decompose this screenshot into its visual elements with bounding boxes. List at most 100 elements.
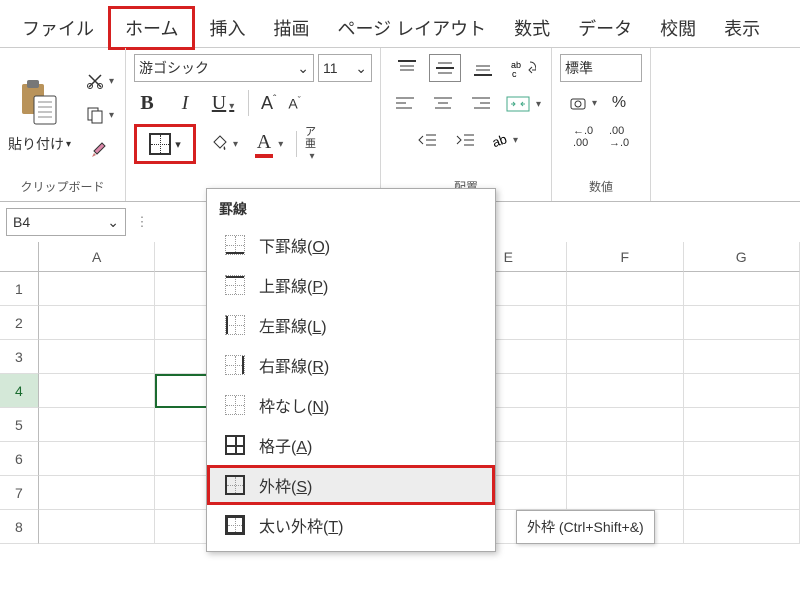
increase-decimal-button[interactable]: ←.0.00 bbox=[568, 124, 598, 150]
align-middle-button[interactable] bbox=[429, 54, 461, 82]
chevron-down-icon[interactable]: ▾ bbox=[175, 138, 181, 151]
merge-cells-button[interactable] bbox=[503, 90, 543, 118]
tab-insert[interactable]: 挿入 bbox=[195, 9, 259, 47]
row-header[interactable]: 2 bbox=[0, 306, 39, 340]
dd-key: R bbox=[312, 359, 324, 376]
cell[interactable] bbox=[39, 340, 156, 374]
cell[interactable] bbox=[684, 374, 800, 408]
chevron-down-icon[interactable]: ▾ bbox=[66, 139, 71, 150]
dd-key: N bbox=[312, 399, 324, 416]
cell[interactable] bbox=[567, 272, 684, 306]
chevron-down-icon[interactable]: ⌄ bbox=[355, 60, 367, 77]
cell[interactable] bbox=[684, 340, 800, 374]
border-right-item[interactable]: 右罫線(R) bbox=[207, 345, 495, 385]
tab-view[interactable]: 表示 bbox=[710, 9, 774, 47]
border-left-item[interactable]: 左罫線(L) bbox=[207, 305, 495, 345]
cell[interactable] bbox=[567, 374, 683, 408]
cell[interactable] bbox=[567, 306, 684, 340]
chevron-down-icon[interactable]: ⌄ bbox=[107, 214, 119, 231]
italic-button[interactable]: I bbox=[172, 92, 198, 115]
cell[interactable] bbox=[39, 442, 156, 476]
phonetic-button[interactable]: ア亜 bbox=[305, 126, 316, 162]
bold-button[interactable]: B bbox=[134, 92, 160, 115]
cell[interactable] bbox=[684, 510, 800, 544]
cell[interactable] bbox=[567, 442, 684, 476]
select-all-corner[interactable] bbox=[0, 242, 39, 272]
chevron-down-icon[interactable]: ⌄ bbox=[297, 60, 309, 77]
svg-text:ab: ab bbox=[490, 131, 509, 150]
tab-pagelayout[interactable]: ページ レイアウト bbox=[323, 9, 500, 47]
decrease-indent-button[interactable] bbox=[412, 126, 444, 154]
align-bottom-button[interactable] bbox=[467, 54, 499, 82]
row-header[interactable]: 7 bbox=[0, 476, 39, 510]
dd-label: ) bbox=[323, 279, 328, 296]
copy-button[interactable] bbox=[83, 103, 117, 127]
tab-draw[interactable]: 描画 bbox=[259, 9, 323, 47]
name-box[interactable]: B4⌄ bbox=[6, 208, 126, 236]
align-center-button[interactable] bbox=[427, 90, 459, 118]
column-header[interactable]: A bbox=[39, 242, 156, 272]
cell[interactable] bbox=[567, 340, 684, 374]
row-header[interactable]: 6 bbox=[0, 442, 39, 476]
align-left-button[interactable] bbox=[389, 90, 421, 118]
dd-label: 下罫線( bbox=[259, 239, 312, 256]
borders-dropdown: 罫線 下罫線(O) 上罫線(P) 左罫線(L) 右罫線(R) 枠なし(N) 格子… bbox=[206, 188, 496, 552]
border-none-item[interactable]: 枠なし(N) bbox=[207, 385, 495, 425]
cell[interactable] bbox=[39, 272, 156, 306]
cut-button[interactable] bbox=[83, 69, 117, 93]
cell[interactable] bbox=[39, 510, 156, 544]
percent-format-button[interactable]: % bbox=[604, 90, 634, 116]
underline-button[interactable]: U bbox=[210, 92, 236, 115]
border-top-item[interactable]: 上罫線(P) bbox=[207, 265, 495, 305]
row-header[interactable]: 5 bbox=[0, 408, 39, 442]
cell[interactable] bbox=[567, 476, 684, 510]
row-header[interactable]: 4 bbox=[0, 374, 39, 408]
cell[interactable] bbox=[39, 306, 156, 340]
wrap-text-button[interactable]: abc bbox=[505, 54, 541, 82]
font-color-button[interactable]: A bbox=[250, 131, 288, 157]
paste-button[interactable]: 貼り付け▾ bbox=[8, 76, 71, 154]
cell[interactable] bbox=[39, 408, 156, 442]
orientation-button[interactable]: ab bbox=[488, 126, 520, 154]
number-format-select[interactable]: 標準 bbox=[560, 54, 642, 82]
border-outside-item[interactable]: 外枠(S) bbox=[207, 465, 495, 505]
row-header[interactable]: 3 bbox=[0, 340, 39, 374]
row-header[interactable]: 8 bbox=[0, 510, 39, 544]
cell[interactable] bbox=[39, 476, 156, 510]
font-size-select[interactable]: 11⌄ bbox=[318, 54, 372, 82]
decrease-decimal-button[interactable]: .00→.0 bbox=[604, 124, 634, 150]
dd-key: S bbox=[296, 479, 307, 496]
tab-file[interactable]: ファイル bbox=[8, 9, 108, 47]
increase-font-button[interactable]: Aˆ bbox=[261, 93, 276, 114]
cell[interactable] bbox=[684, 272, 800, 306]
fill-color-button[interactable] bbox=[204, 131, 242, 157]
border-all-item[interactable]: 格子(A) bbox=[207, 425, 495, 465]
cell[interactable] bbox=[684, 476, 800, 510]
tab-review[interactable]: 校閲 bbox=[646, 9, 710, 47]
increase-indent-button[interactable] bbox=[450, 126, 482, 154]
font-color-icon: A bbox=[255, 131, 273, 158]
row-header[interactable]: 1 bbox=[0, 272, 39, 306]
font-name-select[interactable]: 游ゴシック⌄ bbox=[134, 54, 314, 82]
cell[interactable] bbox=[39, 374, 155, 408]
cell[interactable] bbox=[684, 408, 800, 442]
format-painter-button[interactable] bbox=[83, 137, 117, 161]
cell[interactable] bbox=[684, 306, 800, 340]
formula-bar-grip[interactable]: ⋮ bbox=[132, 214, 152, 230]
align-right-button[interactable] bbox=[465, 90, 497, 118]
tab-formulas[interactable]: 数式 bbox=[500, 9, 564, 47]
borders-button[interactable]: ▾ bbox=[134, 124, 196, 164]
cell[interactable] bbox=[684, 442, 800, 476]
group-number: 標準 % ←.0.00 .00→.0 数値 bbox=[552, 48, 651, 201]
tab-home[interactable]: ホーム bbox=[108, 6, 195, 50]
column-header[interactable]: G bbox=[684, 242, 800, 272]
tab-data[interactable]: データ bbox=[564, 9, 646, 47]
border-thick-outside-item[interactable]: 太い外枠(T) bbox=[207, 505, 495, 545]
align-top-button[interactable] bbox=[391, 54, 423, 82]
cell[interactable] bbox=[567, 408, 684, 442]
accounting-format-button[interactable] bbox=[568, 90, 598, 116]
decrease-font-button[interactable]: Aˇ bbox=[288, 95, 300, 112]
border-bottom-item[interactable]: 下罫線(O) bbox=[207, 225, 495, 265]
column-header[interactable]: F bbox=[567, 242, 684, 272]
dd-label: ) bbox=[321, 319, 326, 336]
